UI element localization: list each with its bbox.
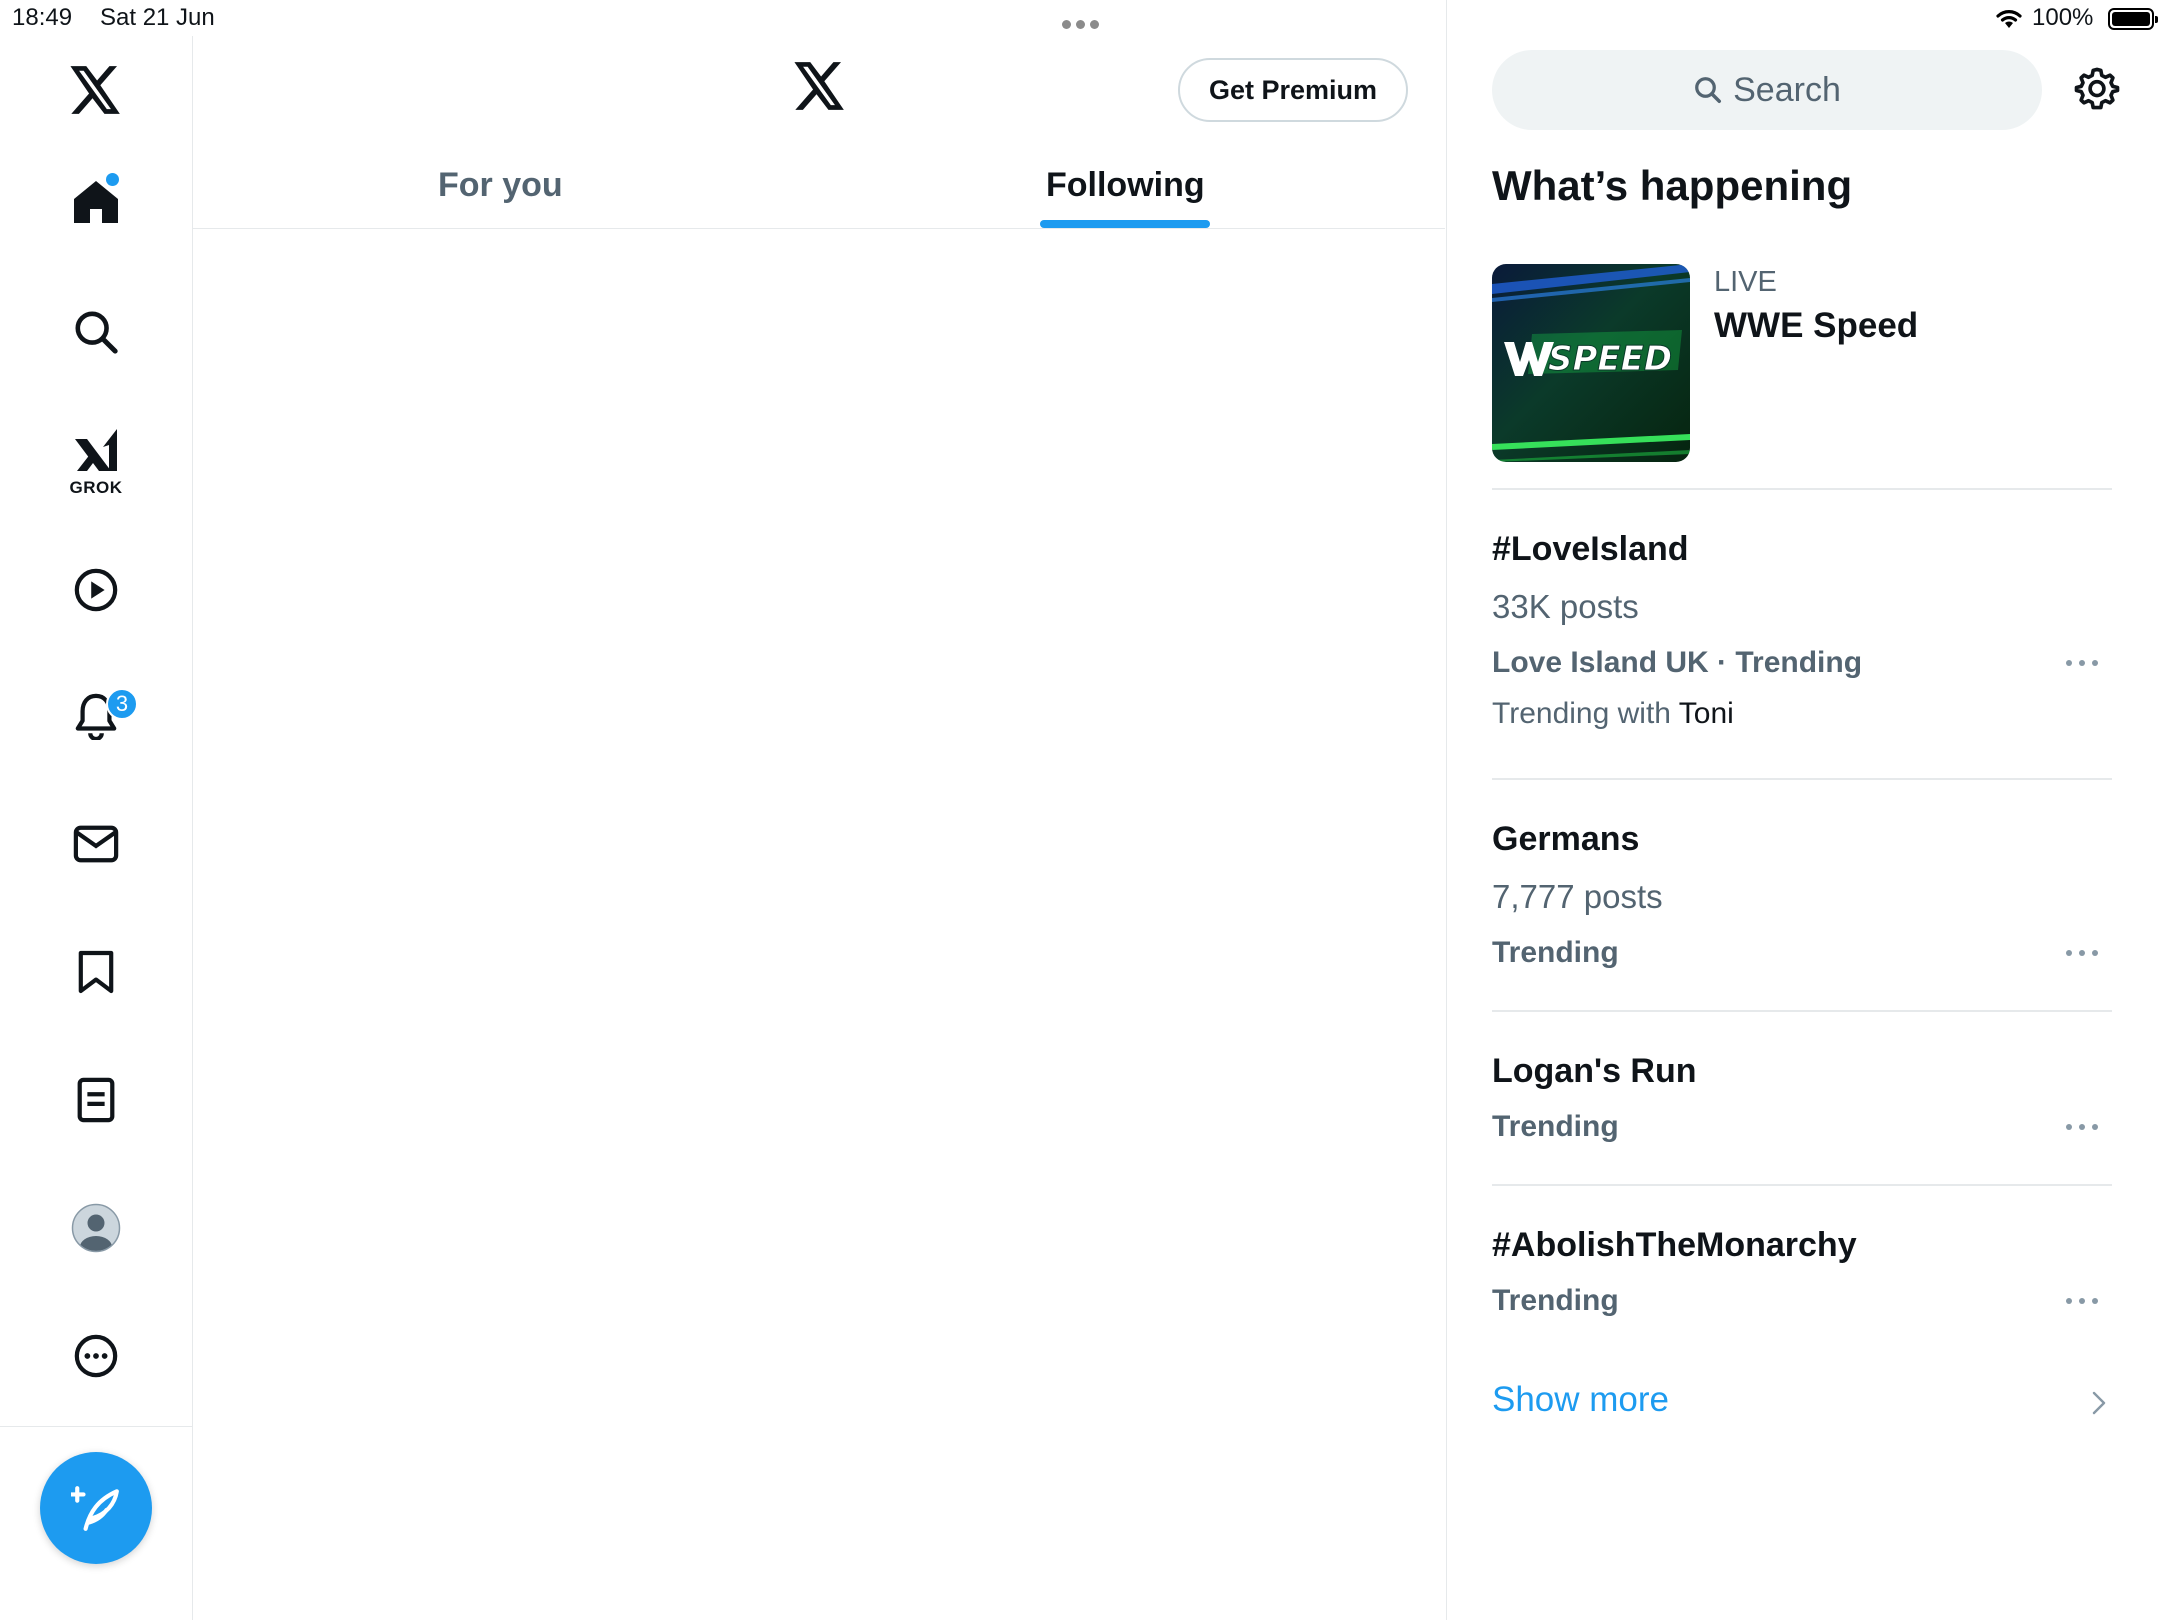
notification-badge: 3	[106, 688, 138, 720]
video-play-icon[interactable]	[66, 560, 126, 620]
feather-plus-icon	[71, 1486, 119, 1531]
battery-percent: 100%	[2032, 4, 2094, 31]
search-input[interactable]: Search	[1492, 50, 2042, 130]
chevron-right-icon[interactable]	[2090, 1390, 2108, 1421]
trend-meta: Trending	[1492, 936, 1619, 969]
nav-divider	[0, 1426, 193, 1427]
trend-divider	[1492, 488, 2112, 490]
wifi-icon	[1994, 6, 2024, 35]
trend-with-name[interactable]: Toni	[1679, 697, 1734, 730]
tabs-divider	[193, 228, 1445, 229]
grok-label: GROK	[69, 478, 123, 497]
get-premium-button[interactable]: Get Premium	[1178, 58, 1408, 122]
multitasking-dots-icon[interactable]	[1062, 16, 1104, 34]
nav-border	[192, 36, 193, 1620]
header-x-logo-icon[interactable]	[794, 62, 846, 115]
status-date: Sat 21 Jun	[100, 4, 215, 31]
search-placeholder: Search	[1733, 70, 1841, 109]
trend-with-prefix: Trending with	[1492, 697, 1671, 730]
status-time: 18:49	[12, 4, 73, 31]
more-icon[interactable]	[66, 1326, 126, 1386]
tab-for-you[interactable]: For you	[438, 160, 563, 210]
active-tab-indicator	[1040, 220, 1210, 228]
trend-meta: Trending	[1492, 1284, 1619, 1317]
trend-post-count: 33K posts	[1492, 588, 1639, 625]
search-icon[interactable]	[66, 302, 126, 362]
trend-more-icon[interactable]	[2066, 950, 2098, 956]
live-title[interactable]: WWE Speed	[1714, 306, 1918, 346]
tab-following[interactable]: Following	[1046, 160, 1205, 210]
search-field-icon	[1695, 77, 1722, 103]
live-tag: LIVE	[1714, 266, 1777, 298]
trend-more-icon[interactable]	[2066, 1124, 2098, 1130]
bookmark-icon[interactable]	[66, 942, 126, 1002]
thumb-speed-label: SPEED	[1548, 339, 1672, 379]
gear-icon[interactable]	[2074, 66, 2120, 117]
section-title: What’s happening	[1492, 162, 1853, 209]
compose-button[interactable]	[40, 1452, 152, 1564]
live-thumbnail[interactable]: SPEED	[1492, 264, 1690, 462]
article-icon[interactable]	[66, 1070, 126, 1130]
trend-with: Trending with Toni	[1492, 697, 1734, 731]
trend-title[interactable]: #AbolishTheMonarchy	[1492, 1226, 1857, 1265]
trend-more-icon[interactable]	[2066, 660, 2098, 666]
trend-post-count: 7,777 posts	[1492, 878, 1663, 915]
trend-meta: Love Island UK · Trending	[1492, 646, 1863, 679]
grok-icon[interactable]	[66, 420, 126, 480]
trend-more-icon[interactable]	[2066, 1298, 2098, 1304]
trend-divider	[1492, 1010, 2112, 1012]
show-more-link[interactable]: Show more	[1492, 1380, 1669, 1420]
trend-divider	[1492, 1184, 2112, 1186]
column-border	[1446, 0, 1447, 1620]
mail-icon[interactable]	[66, 814, 126, 874]
trend-meta: Trending	[1492, 1110, 1619, 1143]
x-logo-icon[interactable]	[66, 60, 126, 120]
trend-title[interactable]: Logan's Run	[1492, 1052, 1697, 1091]
trend-title[interactable]: #LoveIsland	[1492, 530, 1689, 569]
home-notification-dot	[106, 173, 119, 186]
trend-title[interactable]: Germans	[1492, 820, 1639, 859]
avatar-icon[interactable]	[66, 1198, 126, 1258]
battery-icon	[2108, 8, 2158, 30]
trend-divider	[1492, 778, 2112, 780]
